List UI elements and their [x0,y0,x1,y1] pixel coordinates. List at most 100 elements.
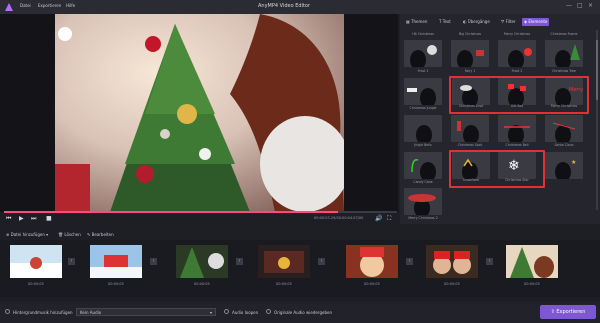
element-thumb[interactable] [452,152,490,179]
timeline-clip[interactable] [10,245,62,278]
export-button[interactable]: ⇪ Exportieren [540,305,596,319]
element-label: Frost 2 [511,69,523,73]
volume-icon[interactable]: 🔊 [375,215,382,222]
stop-button[interactable]: ■ [46,215,52,222]
element-label: Christmas Sock [457,143,483,147]
prev-frame-button[interactable]: ⏮ [6,215,11,223]
fullscreen-icon[interactable]: ⛶ [387,215,391,223]
element-thumb[interactable] [404,115,442,142]
app-title: AnyMP4 Video Editor [258,3,311,9]
element-label: Merry Christmas [550,104,578,108]
timecode: 00:00:03.29/00:00:04.07/00 [314,216,364,220]
transition-slot[interactable]: › [68,258,75,265]
timeline-clip[interactable] [346,245,398,278]
svg-text:❄: ❄ [508,158,520,174]
timeline-clip[interactable] [426,245,478,278]
video-frame-image [55,14,344,212]
element-thumb[interactable] [451,115,489,142]
element-label: Christmas Jungle [409,106,437,110]
bgm-label: Hintergrundmusik hinzufügen [13,310,73,315]
element-thumb[interactable] [404,40,442,67]
element-label: Candy Cane [413,180,433,184]
clip-duration: 00:00:05 [108,282,124,286]
theme-icon: ▦ [406,19,410,24]
element-label: Christmas Frame [550,32,578,36]
timeline-clip[interactable] [258,245,310,278]
element-label: Fairy 1 [464,69,476,73]
element-thumb[interactable] [404,188,442,215]
add-file-button[interactable]: ⊕ Datei hinzufügen ▾ [6,232,48,237]
element-thumb[interactable]: ★ [545,152,583,179]
elements-icon: ◈ [524,19,528,24]
transition-slot[interactable]: › [406,258,413,265]
progress-fill [4,211,339,213]
clip-duration: 00:00:05 [444,282,460,286]
video-preview[interactable] [55,14,344,212]
app-logo-icon [5,3,13,11]
delete-button[interactable]: 🗑 Löschen [58,232,81,237]
chevron-down-icon: ▾ [209,310,212,315]
filter-icon: ⛛ [501,19,505,24]
element-label: Hit Christmas [412,32,434,36]
timeline-clip[interactable] [506,245,558,278]
element-label: Christmas Love [458,104,484,108]
maximize-button[interactable]: □ [577,2,583,9]
transition-icon: ◐ [463,19,467,24]
element-thumb[interactable] [451,40,489,67]
element-label: Snowflake [462,178,480,182]
keep-audio-checkbox[interactable] [266,309,271,314]
menu-export[interactable]: Exportieren [38,3,61,8]
clip-duration: 00:00:05 [276,282,292,286]
bgm-select[interactable]: Kein Audio ▾ [76,308,216,316]
next-frame-button[interactable]: ⏭ [31,215,36,223]
element-thumb[interactable] [404,152,442,179]
element-label: Christmas Star [505,178,529,182]
loop-label: Audio loopen [232,310,259,315]
menu-help[interactable]: Hilfe [66,3,75,8]
element-thumb[interactable] [545,40,583,67]
timeline-clip[interactable] [90,245,142,278]
clip-duration: 00:00:05 [364,282,380,286]
minimize-button[interactable]: — [566,2,572,9]
tab-filters[interactable]: ⛛ Filter [499,18,518,26]
element-label: Gift Box [510,104,524,108]
element-thumb[interactable] [498,40,536,67]
element-thumb[interactable]: ❄ [498,152,536,179]
menu-file[interactable]: Datei [20,3,31,8]
element-label: Christmas Tree [552,69,576,73]
play-button[interactable]: ▶ [19,215,24,222]
svg-text:Merry: Merry [569,87,583,93]
tab-themes[interactable]: ▦ Themen [404,18,429,26]
timeline-clip[interactable] [176,245,228,278]
tab-text[interactable]: T Text [437,18,453,26]
scrollbar-thumb[interactable] [596,40,598,100]
keep-audio-label: Originale Audio wiedergeben [274,310,332,315]
transition-slot[interactable]: › [236,258,243,265]
element-label: Jingle Bells [414,143,432,147]
svg-text:★: ★ [571,159,576,166]
element-thumb[interactable] [452,78,490,105]
text-icon: T [439,19,442,24]
transition-slot[interactable]: › [318,258,325,265]
transition-slot[interactable]: › [150,258,157,265]
tab-transitions[interactable]: ◐ Übergänge [461,18,492,26]
loop-checkbox[interactable] [224,309,229,314]
element-thumb[interactable] [545,115,583,142]
bgm-checkbox[interactable] [5,309,10,314]
clip-duration: 00:00:05 [194,282,210,286]
transition-slot[interactable]: › [486,258,493,265]
close-button[interactable]: × [588,2,593,9]
element-label: Merry Christmas 2 [408,216,438,220]
element-label: Santa Claus [554,143,574,147]
element-thumb[interactable] [498,115,536,142]
element-thumb[interactable] [498,78,536,105]
edit-button[interactable]: ✎ Bearbeiten [87,232,114,237]
element-label: Frost 1 [417,69,429,73]
tab-elements[interactable]: ◈ Elemente [522,18,550,26]
element-label: Christmas Bell [505,143,529,147]
clip-duration: 00:00:05 [524,282,540,286]
element-thumb[interactable] [404,78,442,105]
clip-duration: 00:00:05 [28,282,44,286]
element-thumb[interactable]: Merry [545,78,583,105]
element-label: Merry Christmas [503,32,531,36]
